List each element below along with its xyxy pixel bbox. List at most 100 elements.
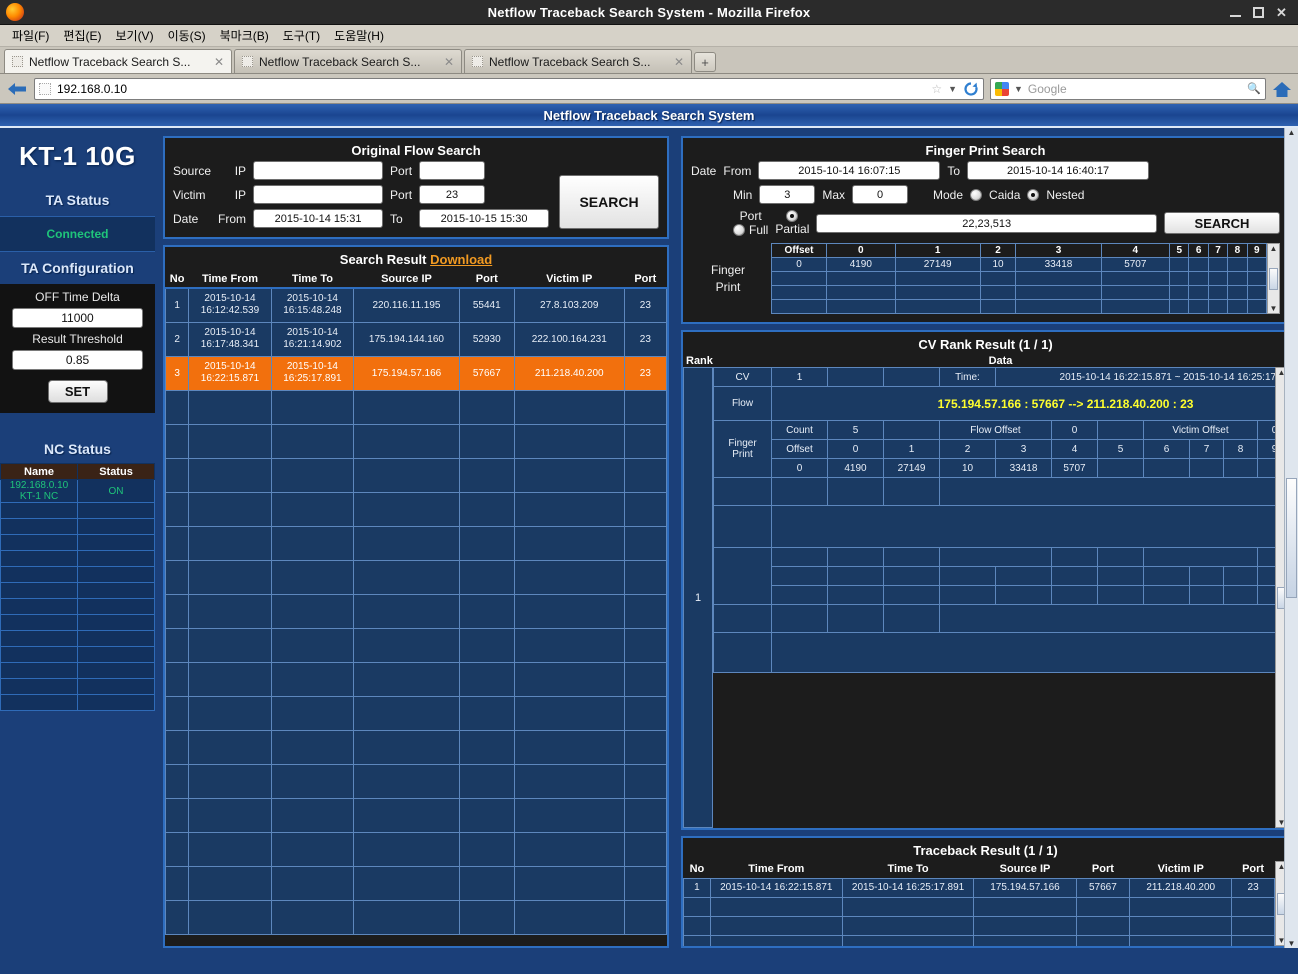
search-bar[interactable]: ▼ Google 🔍 — [990, 77, 1266, 100]
fp-cell-6 — [1188, 257, 1209, 272]
row-victim-ip: 211.218.40.200 — [513, 355, 625, 391]
home-button[interactable] — [1272, 79, 1292, 99]
search-engine-chevron-icon[interactable]: ▼ — [1014, 84, 1023, 94]
row-time-from: 2015-10-14 16:17:48.341 — [188, 321, 272, 357]
menu-go[interactable]: 이동(S) — [162, 25, 212, 46]
empty-cell: . — [458, 457, 515, 493]
scroll-down-icon[interactable]: ▼ — [1270, 304, 1278, 313]
empty-cell: . — [458, 695, 515, 731]
tb-col-victim-port: Port — [1231, 861, 1275, 878]
menu-file[interactable]: 파일(F) — [6, 25, 55, 46]
source-ip-input[interactable] — [253, 161, 384, 180]
table-row: ....... — [165, 831, 667, 867]
address-bar[interactable]: 192.168.0.10 ☆ ▼ — [34, 77, 984, 100]
fp-date-to-input[interactable]: 2015-10-14 16:40:17 — [967, 161, 1150, 180]
date-to-input[interactable]: 2015-10-15 15:30 — [419, 209, 550, 228]
close-icon[interactable]: ✕ — [1275, 6, 1288, 19]
table-row[interactable]: 2 2015-10-14 16:17:48.341 2015-10-14 16:… — [165, 321, 667, 357]
cv-fp-label-line1: Finger — [728, 438, 757, 449]
off-time-delta-input[interactable]: 11000 — [12, 308, 143, 328]
fp-date-from-input[interactable]: 2015-10-14 16:07:15 — [758, 161, 941, 180]
result-threshold-input[interactable]: 0.85 — [12, 350, 143, 370]
port-partial-radio[interactable] — [786, 210, 799, 222]
menu-help[interactable]: 도움말(H) — [328, 25, 390, 46]
table-row[interactable]: 192.168.0.10 KT-1 NC ON — [0, 479, 155, 503]
scrollbar-thumb[interactable] — [1269, 267, 1278, 290]
port-full-radio[interactable] — [733, 224, 745, 236]
empty-cell: . — [973, 934, 1077, 946]
new-tab-button[interactable]: + — [694, 52, 716, 72]
page-favicon-icon — [242, 56, 253, 67]
tab-close-icon[interactable]: ✕ — [444, 55, 454, 69]
source-ip-label: IP — [234, 163, 247, 178]
empty-cell: . — [1207, 285, 1229, 300]
page-scrollbar[interactable]: ▲ ▼ — [1284, 128, 1298, 948]
minimize-icon[interactable] — [1229, 6, 1242, 19]
original-flow-search-button[interactable]: SEARCH — [559, 175, 659, 229]
page-scroll-up-icon[interactable]: ▲ — [1288, 128, 1296, 137]
victim-ip-input[interactable] — [253, 185, 384, 204]
binoculars-icon[interactable]: 🔍 — [1247, 82, 1261, 95]
maximize-icon[interactable] — [1252, 6, 1265, 19]
fp-body: 0 4190 27149 10 33418 5707 — [771, 257, 1268, 314]
source-port-input[interactable] — [419, 161, 486, 180]
browser-tab-1[interactable]: Netflow Traceback Search S... ✕ — [4, 49, 232, 73]
menu-view[interactable]: 보기(V) — [109, 25, 159, 46]
port-value-input[interactable]: 22,23,513 — [816, 213, 1157, 233]
reload-icon[interactable] — [963, 81, 979, 97]
fingerprint-scrollbar[interactable]: ▲ ▼ — [1267, 243, 1280, 314]
mode-caida-label: Caida — [989, 187, 1021, 202]
tab-close-icon[interactable]: ✕ — [214, 55, 224, 69]
menu-tools[interactable]: 도구(T) — [277, 25, 326, 46]
finger-print-search-button[interactable]: SEARCH — [1164, 212, 1280, 234]
bookmark-star-icon[interactable]: ☆ — [931, 82, 942, 96]
empty-cell: . — [270, 491, 355, 527]
page-scroll-down-icon[interactable]: ▼ — [1288, 939, 1296, 948]
empty-cell: . — [1207, 271, 1229, 286]
col-time-from: Time From — [188, 270, 272, 289]
table-row[interactable]: 0 4190 27149 10 33418 5707 — [771, 257, 1268, 272]
victim-port-label: Port — [390, 187, 413, 202]
search-result-label: Search Result — [339, 252, 427, 267]
fp-cell-9 — [1246, 257, 1268, 272]
browser-tab-2[interactable]: Netflow Traceback Search S... ✕ — [234, 49, 462, 73]
tab-close-icon[interactable]: ✕ — [674, 55, 684, 69]
table-row[interactable]: 1 2015-10-14 16:22:15.871 2015-10-14 16:… — [683, 877, 1275, 898]
empty-cell: . — [270, 423, 355, 459]
row-time-to-time: 16:25:17.891 — [283, 373, 342, 384]
browser-tab-3[interactable]: Netflow Traceback Search S... ✕ — [464, 49, 692, 73]
empty-cell: . — [1207, 299, 1229, 314]
scroll-up-icon[interactable]: ▲ — [1270, 244, 1278, 253]
chevron-down-icon[interactable]: ▼ — [948, 84, 957, 94]
empty-cell: . — [458, 525, 515, 561]
mode-caida-radio[interactable] — [970, 188, 983, 201]
empty-cell: . — [1257, 547, 1275, 567]
page-scrollbar-thumb[interactable] — [1286, 478, 1297, 598]
empty-cell: . — [623, 491, 667, 527]
cv-blank-row: ............ — [714, 585, 1275, 605]
victim-port-input[interactable]: 23 — [419, 185, 486, 204]
cv-offset-val-3: 10 — [939, 458, 996, 478]
search-input[interactable]: Google — [1028, 82, 1242, 96]
col-time-to: Time To — [271, 270, 354, 289]
fp-min-input[interactable]: 3 — [759, 185, 816, 204]
nc-col-name: Name — [0, 463, 78, 480]
empty-cell: . — [1246, 299, 1268, 314]
date-from-input[interactable]: 2015-10-14 15:31 — [253, 209, 384, 228]
menu-edit[interactable]: 편집(E) — [57, 25, 107, 46]
cv-offset-val-9 — [1223, 458, 1258, 478]
back-button[interactable] — [6, 79, 28, 99]
mode-nested-radio[interactable] — [1027, 188, 1040, 201]
empty-cell: . — [1169, 271, 1190, 286]
set-button[interactable]: SET — [47, 380, 108, 403]
table-row-selected[interactable]: 3 2015-10-14 16:22:15.871 2015-10-14 16:… — [165, 355, 667, 391]
empty-cell: . — [883, 547, 940, 567]
window-titlebar: Netflow Traceback Search System - Mozill… — [0, 0, 1298, 25]
col-source-port: Port — [459, 270, 515, 289]
search-result-header-row: No Time From Time To Source IP Port Vict… — [165, 270, 667, 289]
download-link[interactable]: Download — [430, 252, 492, 267]
empty-cell: . — [165, 831, 190, 867]
fp-max-input[interactable]: 0 — [852, 185, 909, 204]
table-row[interactable]: 1 2015-10-14 16:12:42.539 2015-10-14 16:… — [165, 287, 667, 323]
menu-bookmarks[interactable]: 북마크(B) — [214, 25, 275, 46]
